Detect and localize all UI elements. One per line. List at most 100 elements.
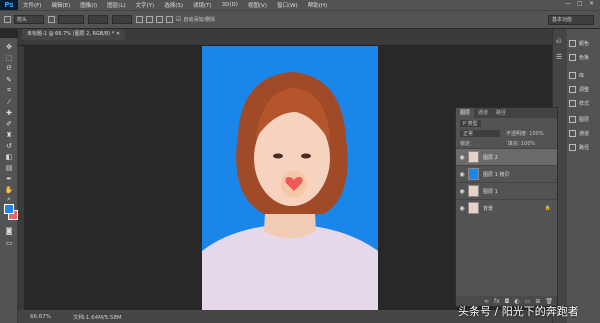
mask-button[interactable]	[88, 15, 108, 24]
minimize-icon[interactable]: —	[565, 0, 571, 7]
document-info[interactable]: 文档:1.64M/5.58M	[73, 313, 122, 321]
menu-3d[interactable]: 3D(D)	[217, 2, 243, 8]
paths-icon	[569, 143, 576, 151]
fill-field[interactable]: 填充: 100%	[508, 140, 536, 147]
menu-edit[interactable]: 编辑(E)	[46, 1, 75, 9]
eyedropper-tool-icon[interactable]: ⁄	[3, 97, 15, 106]
dock-adjustments[interactable]: 调整	[569, 83, 589, 95]
properties-panel-icon[interactable]: ☰	[556, 53, 562, 61]
tab-paths[interactable]: 路径	[492, 108, 510, 118]
pen-tool-icon[interactable]: ✒	[3, 174, 15, 183]
layer-name: 图层 1 拷贝	[483, 171, 510, 178]
photoshop-logo: Ps	[0, 0, 18, 10]
blend-row: 正常 不透明度: 100%	[456, 128, 557, 138]
history-brush-tool-icon[interactable]: ↺	[3, 141, 15, 150]
move-tool-icon[interactable]: ✥	[3, 42, 15, 51]
make-selection-button[interactable]	[58, 15, 84, 24]
eraser-tool-icon[interactable]: ◧	[3, 152, 15, 161]
channels-icon	[569, 129, 576, 137]
foreground-color-swatch[interactable]	[4, 204, 14, 214]
lasso-tool-icon[interactable]: ᘓ	[3, 64, 15, 73]
auto-add-delete-checkbox[interactable]: ☑	[176, 16, 181, 23]
layer-filter-row: P 类型	[456, 118, 557, 128]
color-icon	[569, 39, 576, 47]
document-tab-label: 未标题-1 @ 66.7% (图层 2, RGB/8) *	[27, 31, 115, 37]
crop-tool-icon[interactable]: ⌗	[3, 86, 15, 95]
dock-styles[interactable]: 样式	[569, 97, 589, 109]
dock-panels: 颜色 色板 库 调整 样式 图层 通道 路径	[567, 29, 600, 323]
adjustments-icon	[569, 85, 576, 93]
path-ops-icon[interactable]	[48, 16, 55, 23]
layers-icon	[569, 115, 576, 123]
layers-panel-tabs: 图层 通道 路径	[456, 108, 557, 118]
layer-thumbnail	[468, 185, 479, 197]
menu-select[interactable]: 选择(S)	[159, 1, 188, 9]
menu-layer[interactable]: 图层(L)	[102, 1, 130, 9]
gear-icon[interactable]	[166, 16, 173, 23]
history-panel-icon[interactable]: ⎌	[556, 37, 562, 46]
path-alignment-icon[interactable]	[146, 16, 153, 23]
dock-libraries[interactable]: 库	[569, 69, 584, 81]
zoom-tool-icon[interactable]: ⌕	[3, 195, 15, 204]
gradient-tool-icon[interactable]: ▤	[3, 163, 15, 172]
layer-row[interactable]: ◉ 图层 1 拷贝	[456, 165, 557, 182]
healing-brush-tool-icon[interactable]: ✚	[3, 108, 15, 117]
dock-paths[interactable]: 路径	[569, 141, 589, 153]
dock-channels[interactable]: 通道	[569, 127, 589, 139]
menu-help[interactable]: 帮助(H)	[303, 1, 332, 9]
menu-filter[interactable]: 滤镜(T)	[188, 1, 217, 9]
brush-tool-icon[interactable]: ✐	[3, 119, 15, 128]
eye-icon[interactable]: ◉	[456, 171, 468, 178]
layer-row[interactable]: ◉ 背景 🔒	[456, 199, 557, 216]
menu-window[interactable]: 窗口(W)	[272, 1, 303, 9]
auto-add-delete-label: 自动添加/删除	[183, 17, 216, 23]
dock-swatches[interactable]: 色板	[569, 51, 589, 63]
layers-panel: 图层 通道 路径 P 类型 正常 不透明度: 100% 锁定: 填充: 100%…	[455, 107, 558, 307]
lock-icon: 🔒	[544, 205, 551, 211]
menu-view[interactable]: 视图(V)	[243, 1, 272, 9]
layer-row[interactable]: ◉ 图层 2	[456, 148, 557, 165]
eye-icon[interactable]: ◉	[456, 188, 468, 195]
quick-mask-icon[interactable]: ◙	[3, 226, 15, 235]
tab-layers[interactable]: 图层	[456, 108, 475, 118]
screen-mode-icon[interactable]: ▭	[3, 238, 15, 247]
left-eye	[273, 153, 283, 159]
quick-select-tool-icon[interactable]: ✎	[3, 75, 15, 84]
dock-layers[interactable]: 图层	[569, 113, 589, 125]
maximize-icon[interactable]: □	[577, 0, 583, 7]
path-arrangement-icon[interactable]	[156, 16, 163, 23]
eye-icon[interactable]: ◉	[456, 154, 468, 161]
layer-thumbnail	[468, 202, 479, 214]
blend-mode-select[interactable]: 正常	[460, 129, 500, 137]
pen-tool-icon[interactable]	[4, 16, 11, 23]
layer-name: 图层 2	[483, 154, 498, 161]
menu-image[interactable]: 图像(I)	[75, 1, 102, 9]
layer-filter-select[interactable]: P 类型	[460, 119, 481, 127]
marquee-tool-icon[interactable]: ⬚	[3, 53, 15, 62]
document-tab[interactable]: 未标题-1 @ 66.7% (图层 2, RGB/8) * ✕	[22, 29, 126, 40]
tool-preset-select[interactable]: 箭头	[14, 15, 44, 24]
hand-tool-icon[interactable]: ✋	[3, 185, 15, 194]
styles-icon	[569, 99, 576, 107]
opacity-field[interactable]: 不透明度: 100%	[506, 130, 544, 137]
libraries-icon	[569, 71, 576, 79]
close-tab-icon[interactable]: ✕	[116, 31, 120, 37]
dock-color[interactable]: 颜色	[569, 37, 589, 49]
clone-stamp-tool-icon[interactable]: ♜	[3, 130, 15, 139]
workspace-select[interactable]: 基本功能	[548, 15, 594, 25]
path-operations-icon[interactable]	[136, 16, 143, 23]
eye-icon[interactable]: ◉	[456, 205, 468, 212]
tab-channels[interactable]: 通道	[474, 108, 492, 118]
menu-file[interactable]: 文件(F)	[18, 1, 46, 9]
menu-type[interactable]: 文字(Y)	[131, 1, 160, 9]
layer-row[interactable]: ◉ 图层 1	[456, 182, 557, 199]
lock-label: 锁定:	[460, 140, 472, 147]
shape-button[interactable]	[112, 15, 132, 24]
watermark: 头条号 / 阳光下的奔跑者	[458, 305, 579, 318]
options-bar: 箭头 ☑ 自动添加/删除 基本功能	[0, 10, 600, 29]
close-icon[interactable]: ✕	[589, 0, 594, 7]
tools-panel: ✥ ⬚ ᘓ ✎ ⌗ ⁄ ✚ ✐ ♜ ↺ ◧ ▤ ✒ ✋ ⌕ ◙ ▭	[0, 38, 18, 323]
layer-thumbnail	[468, 151, 479, 163]
zoom-level[interactable]: 66.67%	[30, 314, 51, 320]
layer-name: 背景	[483, 205, 494, 212]
